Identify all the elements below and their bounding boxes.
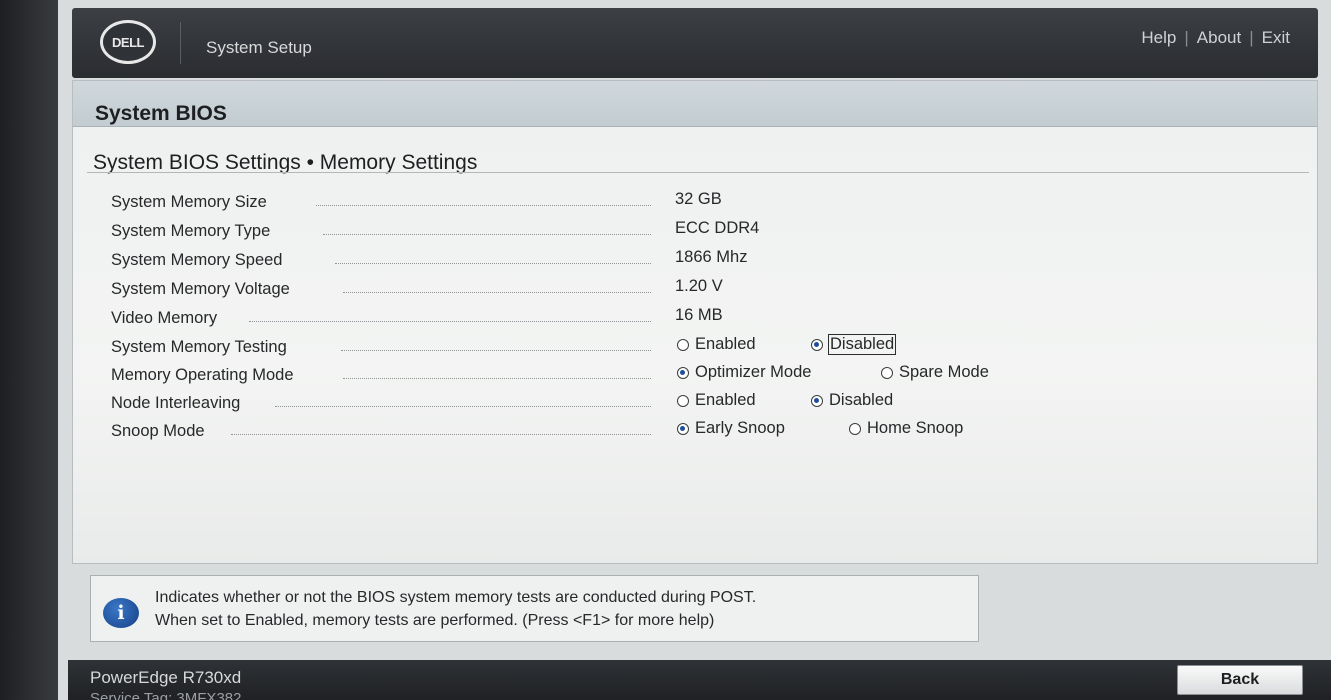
- leader-dots: [249, 321, 651, 322]
- leader-dots: [316, 205, 651, 206]
- setting-label: System Memory Speed: [111, 251, 283, 269]
- home-snoop-radio[interactable]: Home Snoop: [849, 419, 963, 438]
- radio-unselected-icon: [849, 422, 861, 435]
- setting-row-node-interleaving: Node Interleaving Enabled Disabled: [111, 391, 1291, 418]
- setting-row-memory-size: System Memory Size 32 GB: [111, 190, 1291, 217]
- bios-screen: DELL System Setup Help | About | Exit Sy…: [58, 0, 1331, 700]
- link-separator: |: [1249, 28, 1254, 47]
- monitor-bezel: [0, 0, 60, 700]
- system-model: PowerEdge R730xd: [90, 668, 242, 687]
- radio-label: Disabled: [829, 391, 894, 409]
- leader-dots: [343, 292, 651, 293]
- radio-selected-icon: [811, 394, 823, 407]
- radio-label: Home Snoop: [867, 419, 964, 437]
- page-title: System BIOS: [95, 102, 227, 125]
- radio-label: Disabled: [827, 334, 897, 355]
- leader-dots: [231, 434, 651, 435]
- radio-selected-icon: [677, 366, 689, 379]
- leader-dots: [341, 350, 651, 351]
- setting-value: 1866 Mhz: [675, 248, 748, 266]
- radio-label: Enabled: [695, 335, 756, 353]
- link-separator: |: [1184, 28, 1189, 47]
- setting-value: 16 MB: [675, 306, 723, 324]
- optimizer-mode-radio[interactable]: Optimizer Mode: [677, 363, 811, 382]
- header-links: Help | About | Exit: [1141, 28, 1290, 48]
- setting-value: ECC DDR4: [675, 219, 760, 237]
- setting-label: System Memory Voltage: [111, 280, 290, 298]
- setting-label: Video Memory: [111, 309, 218, 327]
- setting-label: Memory Operating Mode: [111, 366, 294, 384]
- setting-label: Node Interleaving: [111, 394, 241, 412]
- back-button[interactable]: Back: [1177, 665, 1303, 695]
- dell-logo: DELL: [100, 20, 156, 64]
- panel-header: System BIOS: [73, 81, 1317, 127]
- memory-testing-disabled-radio[interactable]: Disabled: [811, 334, 897, 355]
- settings-panel: System BIOS System BIOS Settings • Memor…: [72, 80, 1318, 564]
- leader-dots: [343, 378, 651, 379]
- radio-label: Optimizer Mode: [695, 363, 812, 381]
- leader-dots: [323, 234, 651, 235]
- setting-row-operating-mode: Memory Operating Mode Optimizer Mode Spa…: [111, 363, 1291, 390]
- top-header-bar: DELL System Setup Help | About | Exit: [72, 8, 1318, 78]
- setting-row-memory-testing: System Memory Testing Enabled Disabled: [111, 334, 1291, 362]
- radio-unselected-icon: [881, 366, 893, 379]
- radio-selected-icon: [677, 422, 689, 435]
- help-line: When set to Enabled, memory tests are pe…: [155, 612, 715, 629]
- setting-label: System Memory Testing: [111, 338, 287, 356]
- spare-mode-radio[interactable]: Spare Mode: [881, 363, 989, 382]
- radio-label: Spare Mode: [899, 363, 989, 381]
- about-link[interactable]: About: [1197, 28, 1241, 48]
- setting-label: System Memory Type: [111, 222, 271, 240]
- setting-label: Snoop Mode: [111, 422, 205, 440]
- help-box: i Indicates whether or not the BIOS syst…: [90, 575, 979, 642]
- leader-dots: [275, 406, 651, 407]
- help-text: Indicates whether or not the BIOS system…: [155, 586, 756, 632]
- setting-row-video-memory: Video Memory 16 MB: [111, 306, 1291, 333]
- exit-link[interactable]: Exit: [1262, 28, 1290, 48]
- setting-row-memory-type: System Memory Type ECC DDR4: [111, 219, 1291, 246]
- setting-row-memory-speed: System Memory Speed 1866 Mhz: [111, 248, 1291, 275]
- node-interleaving-disabled-radio[interactable]: Disabled: [811, 391, 893, 410]
- footer-bar: PowerEdge R730xd Service Tag: 3MFX382 Ba…: [68, 660, 1331, 700]
- section-divider: [87, 172, 1309, 173]
- radio-unselected-icon: [677, 338, 689, 351]
- help-link[interactable]: Help: [1141, 28, 1176, 48]
- radio-unselected-icon: [677, 394, 689, 407]
- memory-testing-enabled-radio[interactable]: Enabled: [677, 335, 756, 354]
- setting-row-memory-voltage: System Memory Voltage 1.20 V: [111, 277, 1291, 304]
- radio-selected-icon: [811, 338, 823, 351]
- leader-dots: [335, 263, 651, 264]
- setting-value: 32 GB: [675, 190, 722, 208]
- setting-label: System Memory Size: [111, 193, 267, 211]
- setting-value: 1.20 V: [675, 277, 723, 295]
- setting-row-snoop-mode: Snoop Mode Early Snoop Home Snoop: [111, 419, 1291, 446]
- early-snoop-radio[interactable]: Early Snoop: [677, 419, 785, 438]
- radio-label: Enabled: [695, 391, 756, 409]
- service-tag: Service Tag: 3MFX382: [90, 690, 242, 700]
- node-interleaving-enabled-radio[interactable]: Enabled: [677, 391, 756, 410]
- help-line: Indicates whether or not the BIOS system…: [155, 589, 757, 606]
- header-divider: [180, 22, 181, 64]
- radio-label: Early Snoop: [695, 419, 785, 437]
- info-icon: i: [103, 598, 139, 628]
- app-title: System Setup: [206, 38, 312, 57]
